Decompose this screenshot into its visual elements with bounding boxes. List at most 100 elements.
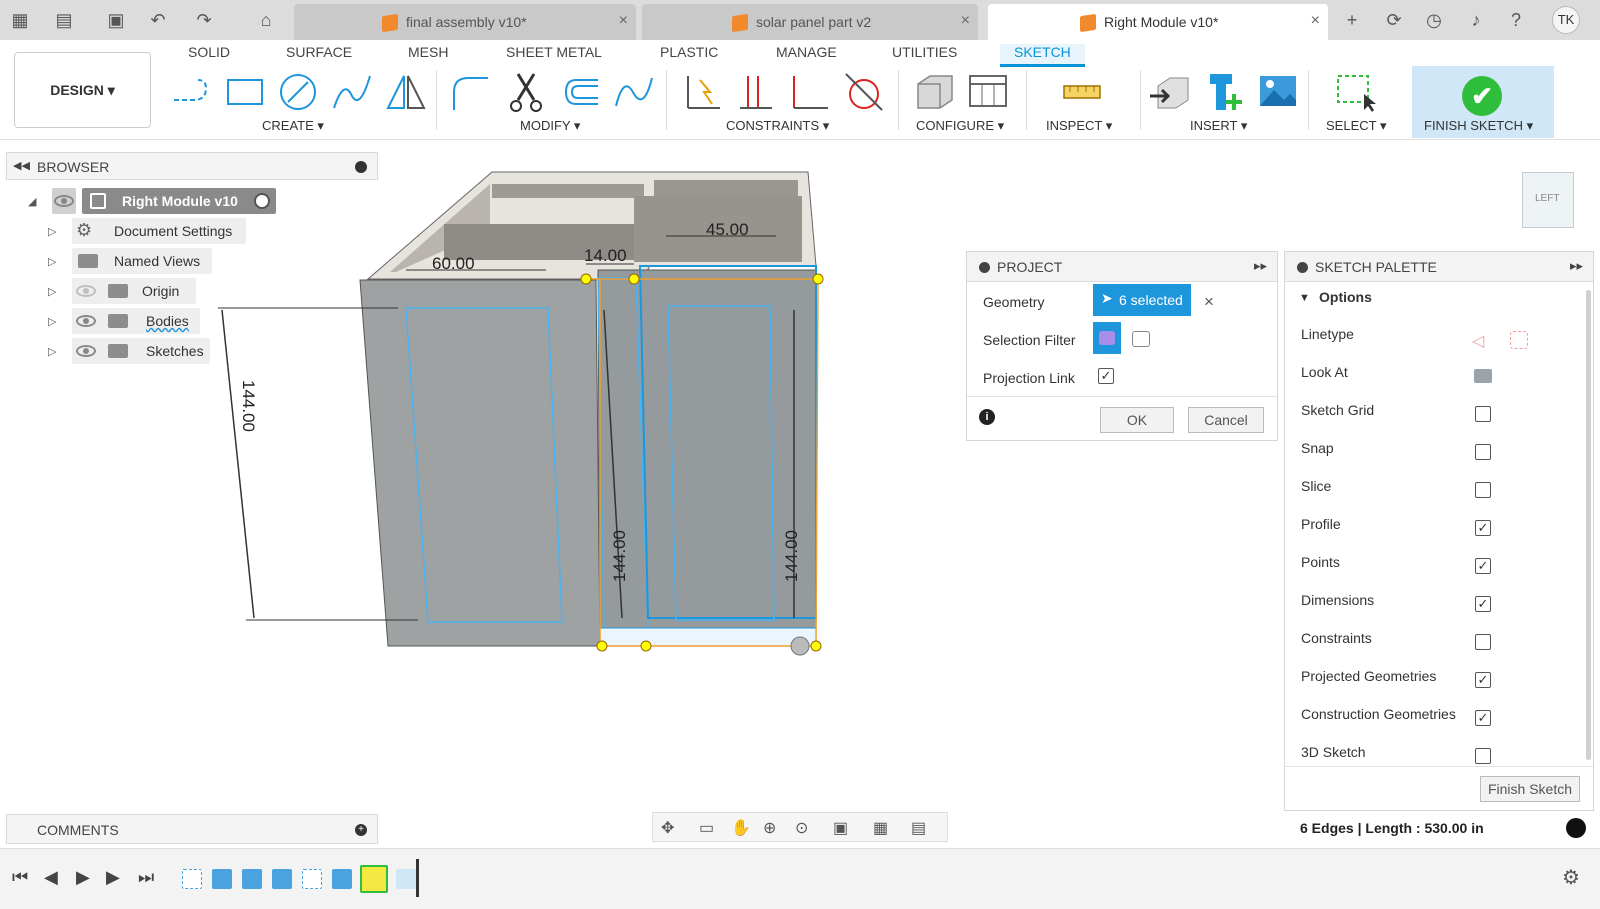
profile-checkbox[interactable]: ✓	[1475, 520, 1491, 536]
collapse-icon[interactable]: ◀◀	[13, 159, 30, 172]
parallel-constraint-icon[interactable]	[734, 70, 778, 114]
finish-sketch-menu[interactable]: FINISH SKETCH ▾	[1424, 118, 1533, 134]
slice-checkbox[interactable]	[1475, 482, 1491, 498]
filter-body-button[interactable]	[1093, 322, 1121, 354]
dimension-label[interactable]: 14.00	[584, 246, 627, 266]
go-to-start-icon[interactable]: ⏮	[12, 867, 28, 888]
home-icon[interactable]: ⌂	[254, 8, 278, 32]
dimension-label[interactable]: 144.00	[782, 530, 802, 582]
extensions-icon[interactable]: ⟳	[1382, 8, 1406, 32]
fit-icon[interactable]: ⊙	[795, 818, 808, 838]
close-icon[interactable]: ×	[1311, 12, 1320, 30]
face-filter-icon[interactable]	[1132, 331, 1150, 347]
caret-right-icon[interactable]: ▷	[48, 255, 56, 268]
dimension-label[interactable]: 144.00	[238, 380, 258, 432]
centerline-linetype-icon[interactable]	[1510, 331, 1528, 349]
expand-icon[interactable]: ▸▸	[1570, 258, 1583, 274]
constraints-checkbox[interactable]	[1475, 634, 1491, 650]
configure-box-icon[interactable]	[912, 70, 956, 114]
close-icon[interactable]: ×	[619, 12, 628, 30]
timeline-ghost-icon[interactable]	[396, 869, 416, 889]
caret-right-icon[interactable]: ▷	[48, 225, 56, 238]
go-to-end-icon[interactable]: ⏭	[138, 867, 154, 888]
insert-mcmaster-icon[interactable]	[1204, 70, 1248, 114]
insert-menu[interactable]: INSERT ▾	[1190, 118, 1247, 134]
tab-utilities[interactable]: UTILITIES	[892, 44, 957, 60]
construction-geometries-checkbox[interactable]: ✓	[1475, 710, 1491, 726]
curve-tool-icon[interactable]	[612, 70, 656, 114]
help-icon[interactable]: ?	[1504, 8, 1528, 32]
dimensions-checkbox[interactable]: ✓	[1475, 596, 1491, 612]
timeline-extrude-icon[interactable]	[242, 869, 262, 889]
grid-icon[interactable]: ▦	[8, 8, 32, 32]
sketch-point[interactable]	[812, 273, 824, 285]
constraints-menu[interactable]: CONSTRAINTS ▾	[726, 118, 829, 134]
tab-mesh[interactable]: MESH	[408, 44, 448, 60]
tab-surface[interactable]: SURFACE	[286, 44, 352, 60]
dimension-label[interactable]: 60.00	[432, 254, 475, 274]
measure-ruler-icon[interactable]	[1060, 70, 1104, 114]
3d-sketch-checkbox[interactable]	[1475, 748, 1491, 764]
points-checkbox[interactable]: ✓	[1475, 558, 1491, 574]
model-viewport[interactable]	[210, 160, 870, 680]
eye-icon[interactable]	[54, 195, 74, 207]
caret-down-icon[interactable]: ▼	[1299, 292, 1310, 304]
dimension-label[interactable]: 45.00	[706, 220, 749, 240]
grid-settings-icon[interactable]: ▦	[873, 818, 888, 838]
sketch-point[interactable]	[628, 273, 640, 285]
projected-geometries-checkbox[interactable]: ✓	[1475, 672, 1491, 688]
tree-item-named-views[interactable]: ▷ Named Views	[48, 248, 218, 274]
rectangle-tool-icon[interactable]	[222, 70, 266, 114]
horizontal-vertical-constraint-icon[interactable]	[680, 70, 724, 114]
sketch-grid-checkbox[interactable]	[1475, 406, 1491, 422]
select-window-icon[interactable]	[1334, 70, 1378, 114]
file-icon[interactable]: ▤	[52, 8, 76, 32]
orbit-icon[interactable]: ✥	[661, 818, 674, 838]
tab-manage[interactable]: MANAGE	[776, 44, 837, 60]
timeline-sketch-icon[interactable]	[302, 869, 322, 889]
timeline-active-sketch-icon[interactable]	[360, 865, 388, 893]
tab-solar-panel[interactable]: solar panel part v2 ×	[642, 4, 978, 40]
fillet-tool-icon[interactable]	[448, 70, 492, 114]
trim-scissors-icon[interactable]	[504, 70, 548, 114]
look-at-nav-icon[interactable]: ▭	[699, 818, 714, 838]
redo-icon[interactable]: ↷	[192, 8, 216, 32]
step-forward-icon[interactable]: ▶	[106, 867, 120, 888]
inspect-menu[interactable]: INSPECT ▾	[1046, 118, 1112, 134]
timeline-marker[interactable]	[416, 859, 419, 897]
step-back-icon[interactable]: ◀	[44, 867, 58, 888]
expand-icon[interactable]: ▸▸	[1254, 258, 1267, 274]
insert-canvas-icon[interactable]	[1256, 70, 1300, 114]
design-workspace-button[interactable]: DESIGN ▾	[14, 52, 151, 128]
snap-checkbox[interactable]	[1475, 444, 1491, 460]
modify-menu[interactable]: MODIFY ▾	[520, 118, 580, 134]
sketch-point[interactable]	[596, 640, 608, 652]
sketch-point[interactable]	[810, 640, 822, 652]
caret-expanded-icon[interactable]: ◢	[28, 195, 36, 208]
timeline-extrude-icon[interactable]	[332, 869, 352, 889]
tab-sketch[interactable]: SKETCH	[1000, 44, 1085, 67]
ok-button[interactable]: OK	[1100, 407, 1174, 433]
timeline-extrude-icon[interactable]	[212, 869, 232, 889]
minus-icon[interactable]	[1297, 262, 1308, 273]
dimension-label[interactable]: 144.00	[610, 530, 630, 582]
configure-menu[interactable]: CONFIGURE ▾	[916, 118, 1004, 134]
timeline-extrude-icon[interactable]	[272, 869, 292, 889]
close-icon[interactable]: ×	[961, 12, 970, 30]
caret-right-icon[interactable]: ▷	[48, 345, 56, 358]
construction-linetype-icon[interactable]: ◁	[1472, 331, 1484, 351]
bell-icon[interactable]: ♪	[1464, 8, 1488, 32]
tab-final-assembly[interactable]: final assembly v10* ×	[294, 4, 636, 40]
caret-right-icon[interactable]: ▷	[48, 285, 56, 298]
eye-hidden-icon[interactable]	[76, 285, 96, 297]
tab-sheet-metal[interactable]: SHEET METAL	[506, 44, 602, 60]
tree-item-bodies[interactable]: ▷ Bodies	[48, 308, 208, 334]
eye-icon[interactable]	[76, 315, 96, 327]
tangent-constraint-icon[interactable]	[842, 70, 886, 114]
save-icon[interactable]: ▣	[104, 8, 128, 32]
tree-item-sketches[interactable]: ▷ Sketches	[48, 338, 218, 364]
clear-selection-icon[interactable]: ×	[1204, 292, 1214, 312]
zoom-icon[interactable]: ⊕	[763, 818, 776, 838]
line-tool-icon[interactable]	[168, 70, 212, 114]
info-icon[interactable]: i	[979, 409, 995, 425]
